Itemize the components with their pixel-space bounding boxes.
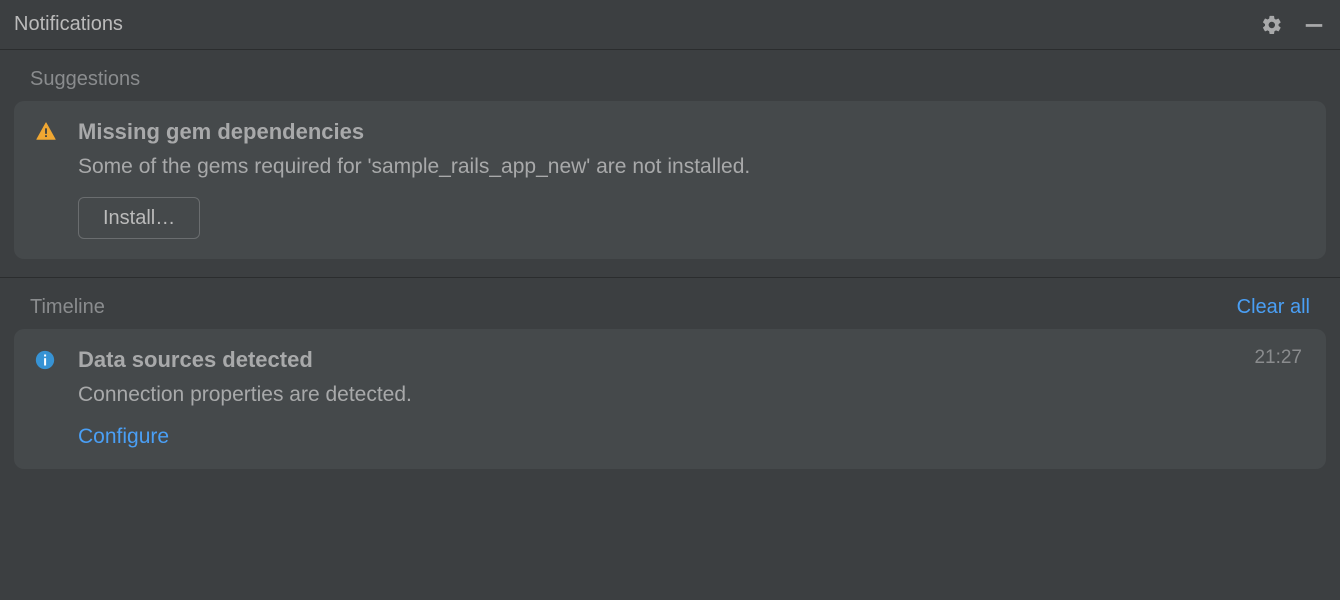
suggestion-card: Missing gem dependencies Some of the gem… [14,101,1326,259]
info-icon [34,347,62,376]
suggestion-title: Missing gem dependencies [78,119,1306,145]
minimize-icon[interactable] [1302,13,1326,37]
configure-link[interactable]: Configure [78,425,169,449]
timeline-card-body: Connection properties are detected. [78,383,1306,407]
panel-title: Notifications [14,13,123,36]
timeline-label: Timeline [30,296,105,319]
header-actions [1260,13,1326,37]
suggestion-body: Some of the gems required for 'sample_ra… [78,155,1306,179]
suggestions-label: Suggestions [30,68,140,91]
clear-all-link[interactable]: Clear all [1237,296,1310,319]
timeline-card: 21:27 Data sources detected Connection p… [14,329,1326,469]
timeline-section-header: Timeline Clear all [0,278,1340,329]
gear-icon[interactable] [1260,13,1284,37]
suggestions-section-header: Suggestions [0,50,1340,101]
timeline-timestamp: 21:27 [1254,347,1302,369]
warning-icon [34,119,62,148]
timeline-card-title: Data sources detected [78,347,1306,373]
notifications-panel: Notifications Suggestions [0,0,1340,600]
panel-header: Notifications [0,0,1340,50]
install-button[interactable]: Install… [78,197,200,239]
